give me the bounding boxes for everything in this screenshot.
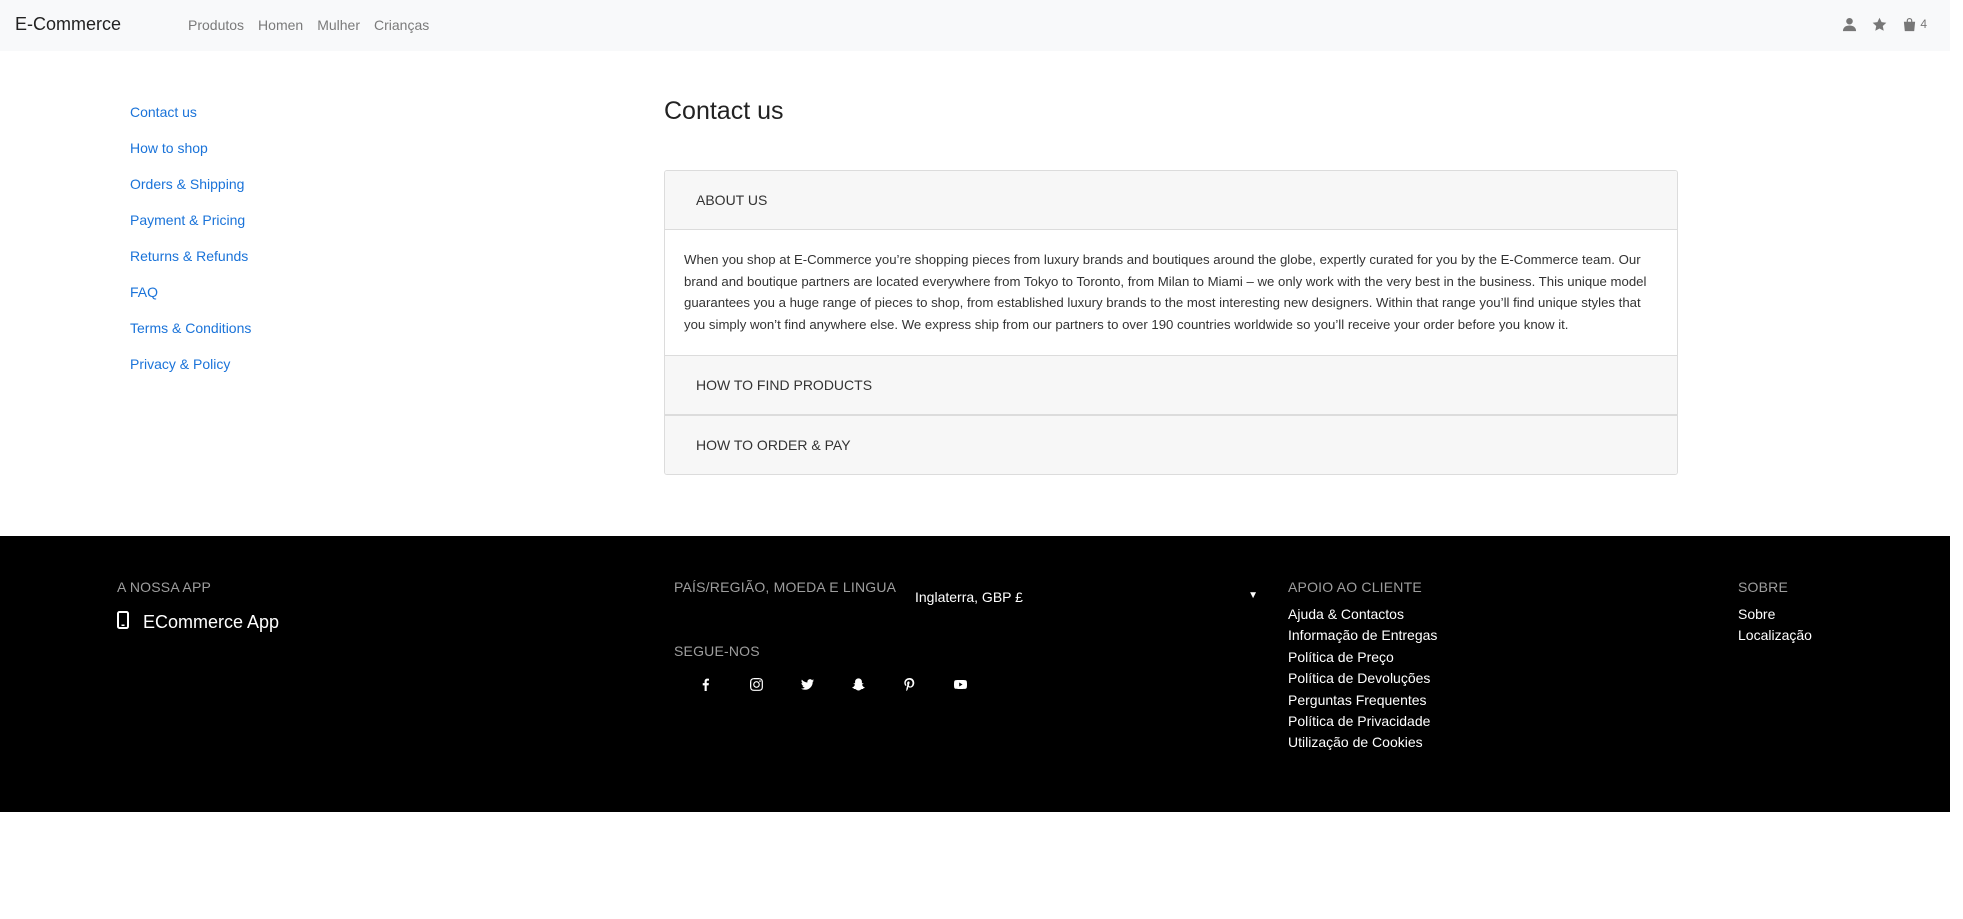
twitter-icon[interactable] [782,674,833,694]
user-icon[interactable] [1841,16,1857,32]
shopping-bag-icon [1901,16,1917,32]
top-navbar: E-Commerce Produtos Homen Mulher Criança… [0,0,1950,51]
footer-link-informacao-entregas[interactable]: Informação de Entregas [1288,625,1437,646]
cart-button[interactable]: 4 [1901,16,1927,32]
nav-links: Produtos Homen Mulher Crianças [188,17,429,33]
facebook-icon[interactable] [680,674,731,694]
instagram-icon[interactable] [731,674,782,694]
footer-link-utilizacao-cookies[interactable]: Utilização de Cookies [1288,732,1437,753]
youtube-icon[interactable] [935,674,986,694]
sidebar-item-terms-conditions[interactable]: Terms & Conditions [130,318,251,354]
region-select-value: Inglaterra, GBP £ [915,589,1023,605]
app-link[interactable]: ECommerce App [117,611,279,634]
page-title: Contact us [664,97,784,125]
help-sidebar: Contact us How to shop Orders & Shipping… [130,102,251,390]
caret-down-icon: ▼ [1248,590,1258,601]
sidebar-item-how-to-shop[interactable]: How to shop [130,138,251,174]
star-icon[interactable] [1871,16,1887,32]
footer-link-politica-preco[interactable]: Política de Preço [1288,647,1437,668]
sidebar-item-privacy-policy[interactable]: Privacy & Policy [130,354,251,390]
sidebar-item-orders-shipping[interactable]: Orders & Shipping [130,174,251,210]
footer-heading-support: APOIO AO CLIENTE [1288,579,1422,595]
nav-link-homen[interactable]: Homen [258,17,303,33]
cart-count-badge: 4 [1920,17,1927,31]
region-currency-select[interactable]: Inglaterra, GBP £ ▼ [912,586,1260,606]
mobile-phone-icon [117,611,129,634]
accordion-body-about-us: When you shop at E-Commerce you’re shopp… [665,230,1677,356]
footer-link-sobre[interactable]: Sobre [1738,604,1812,625]
accordion-header-about-us[interactable]: ABOUT US [665,171,1677,230]
pinterest-icon[interactable] [884,674,935,694]
footer-link-perguntas-frequentes[interactable]: Perguntas Frequentes [1288,690,1437,711]
faq-accordion: ABOUT US When you shop at E-Commerce you… [664,170,1678,475]
footer-support-links: Ajuda & Contactos Informação de Entregas… [1288,604,1437,754]
app-label: ECommerce App [143,612,280,632]
footer-heading-social: SEGUE-NOS [674,643,760,659]
footer-heading-about: SOBRE [1738,579,1789,595]
sidebar-item-payment-pricing[interactable]: Payment & Pricing [130,210,251,246]
social-links [680,674,986,694]
footer-about-links: Sobre Localização [1738,604,1812,647]
accordion-header-how-to-order-pay[interactable]: HOW TO ORDER & PAY [665,415,1677,474]
brand-logo[interactable]: E-Commerce [15,14,121,35]
footer-link-politica-privacidade[interactable]: Política de Privacidade [1288,711,1437,732]
sidebar-item-faq[interactable]: FAQ [130,282,251,318]
footer-heading-app: A NOSSA APP [117,579,212,595]
footer-link-politica-devolucoes[interactable]: Política de Devoluções [1288,668,1437,689]
sidebar-item-contact-us[interactable]: Contact us [130,102,251,138]
accordion-header-how-to-find-products[interactable]: HOW TO FIND PRODUCTS [665,356,1677,415]
main-content: Contact us ABOUT US When you shop at E-C… [664,97,1678,475]
sidebar-item-returns-refunds[interactable]: Returns & Refunds [130,246,251,282]
snapchat-icon[interactable] [833,674,884,694]
footer-heading-region: PAÍS/REGIÃO, MOEDA E LINGUA [674,579,897,595]
nav-link-criancas[interactable]: Crianças [374,17,429,33]
nav-link-produtos[interactable]: Produtos [188,17,244,33]
nav-icons: 4 [1841,16,1927,32]
footer-link-localizacao[interactable]: Localização [1738,625,1812,646]
footer-link-ajuda-contactos[interactable]: Ajuda & Contactos [1288,604,1437,625]
site-footer: A NOSSA APP ECommerce App PAÍS/REGIÃO, M… [0,536,1950,812]
nav-link-mulher[interactable]: Mulher [317,17,360,33]
